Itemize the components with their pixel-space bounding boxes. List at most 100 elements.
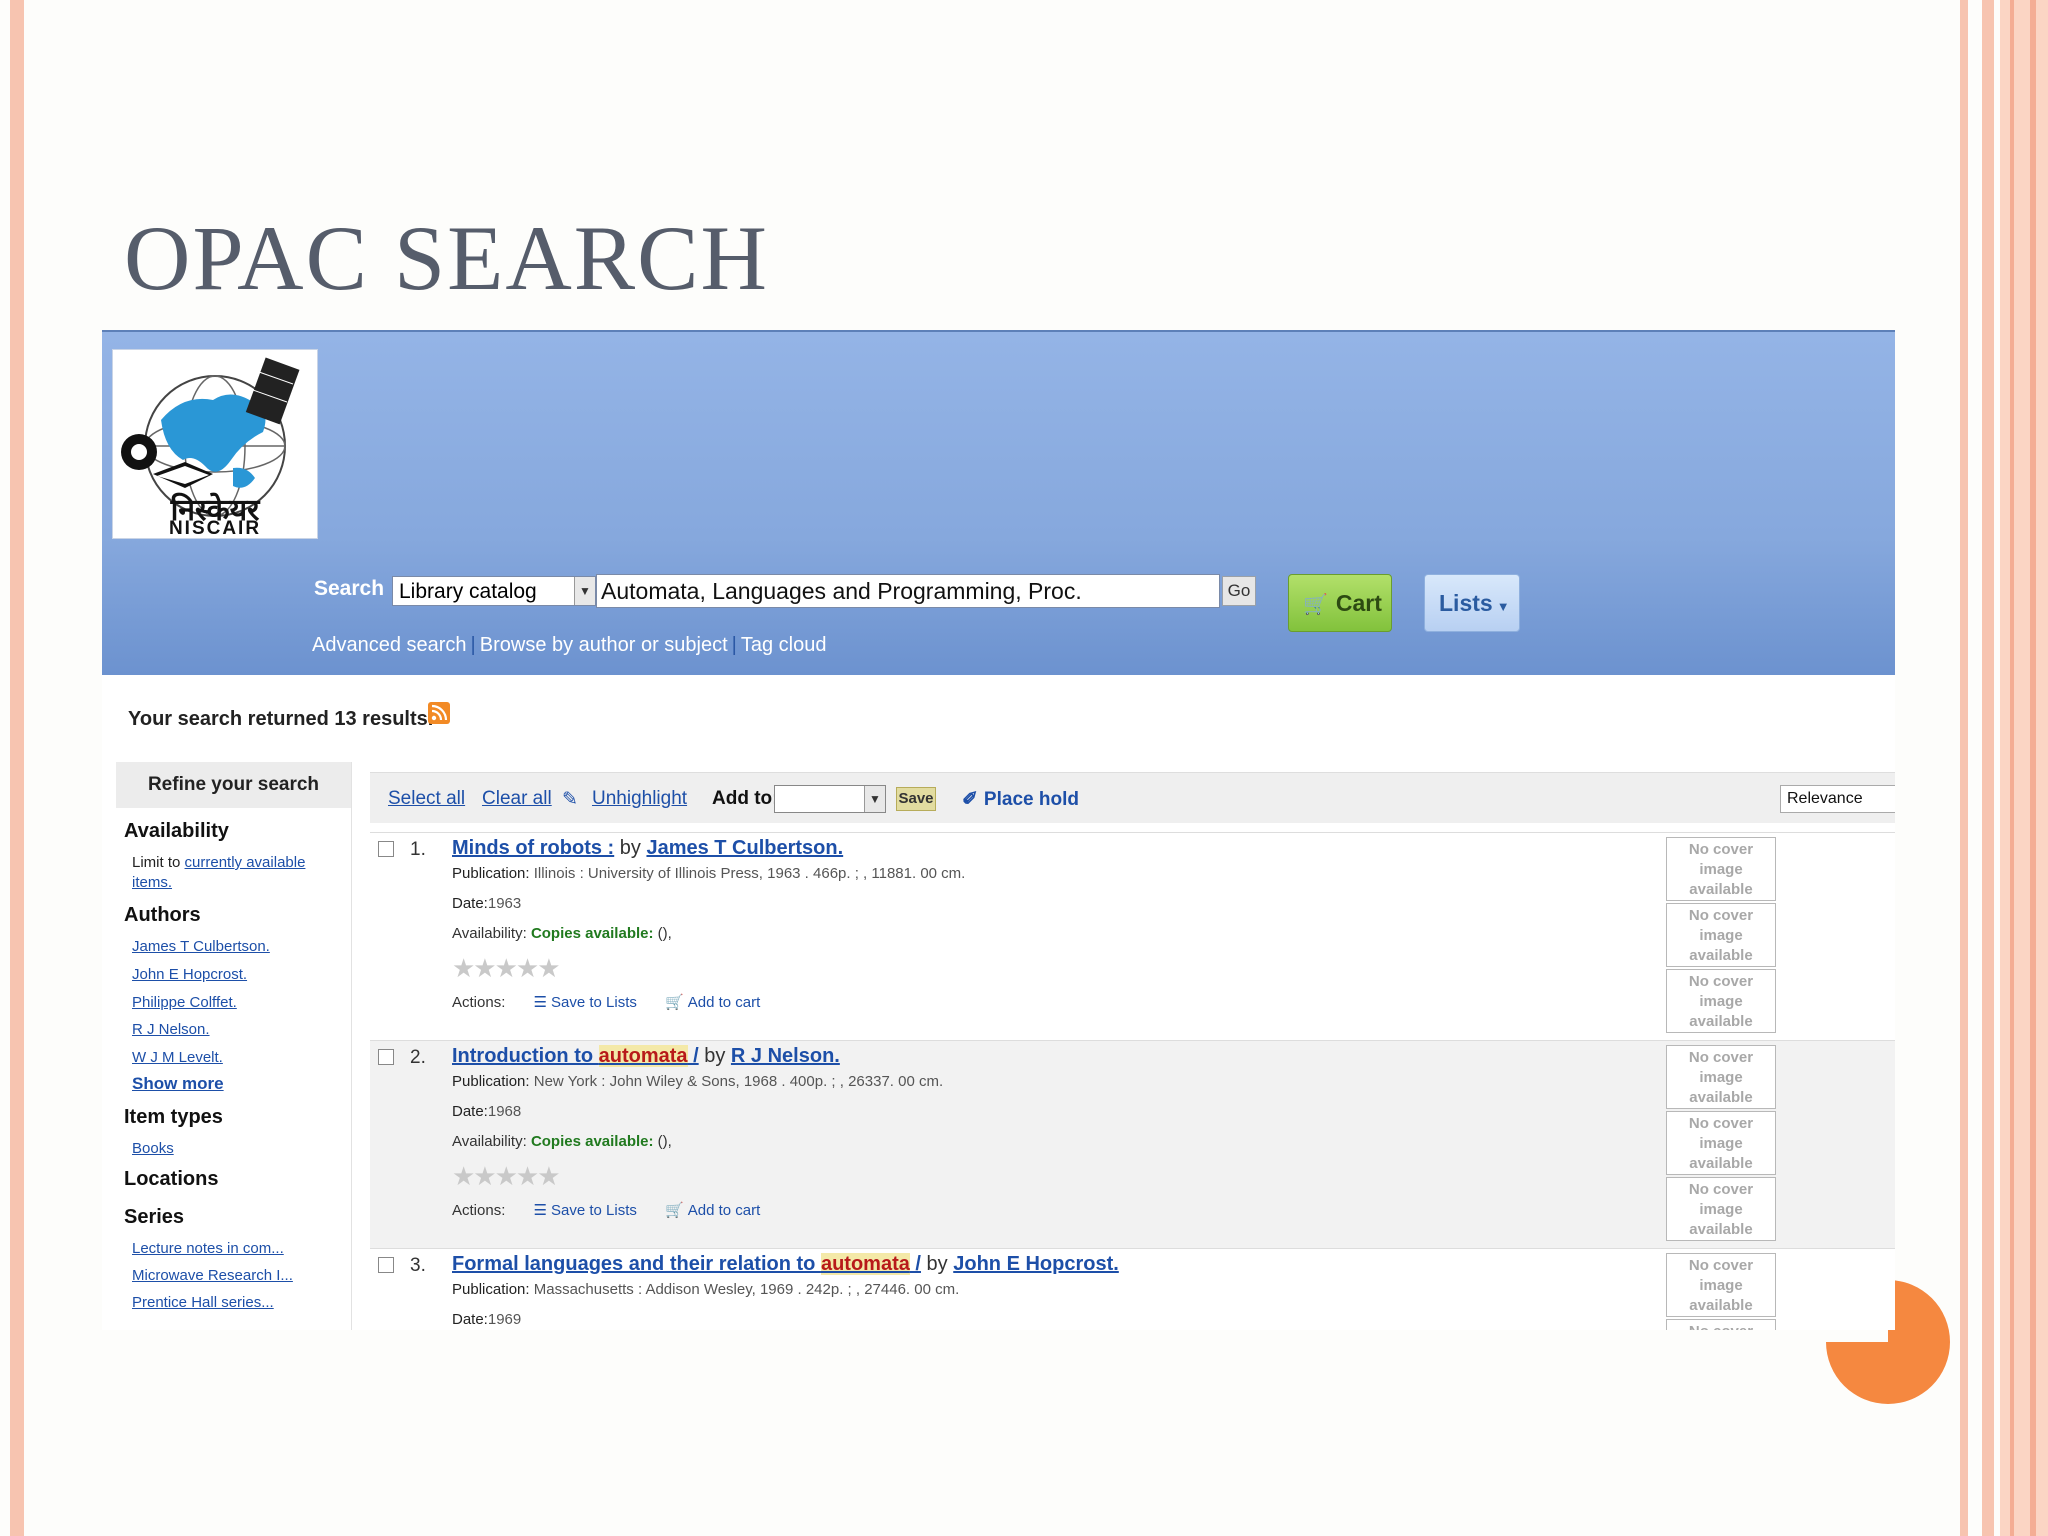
availability: Availability: Copies available: (), xyxy=(452,1133,672,1150)
result-title-line: Formal languages and their relation to a… xyxy=(452,1253,1119,1276)
publication-value: Illinois : University of Illinois Press,… xyxy=(533,865,966,882)
results-count: Your search returned 13 results. xyxy=(128,708,434,730)
result-checkbox[interactable] xyxy=(378,1049,394,1065)
no-cover-text: available xyxy=(1689,1297,1753,1314)
authors-heading: Authors xyxy=(124,904,201,926)
add-to-label: Add to: xyxy=(712,788,779,809)
result-title-link[interactable]: Introduction to automata / xyxy=(452,1045,699,1067)
no-cover-image: No cover image available xyxy=(1666,903,1776,967)
no-cover-image: No cover image available xyxy=(1666,1045,1776,1109)
sort-select[interactable]: Relevance xyxy=(1780,785,1895,813)
currently-available-link[interactable]: currently available xyxy=(185,854,306,871)
no-cover-text: No cover xyxy=(1688,841,1754,858)
no-cover-text: available xyxy=(1689,947,1753,964)
actions: Actions: ☰ Save to Lists 🛒 Add to cart xyxy=(452,993,760,1011)
lists-button[interactable]: Lists ▼ xyxy=(1424,574,1520,632)
unhighlight-link[interactable]: Unhighlight xyxy=(592,788,687,810)
chevron-down-icon[interactable]: ▼ xyxy=(574,577,595,605)
rss-icon[interactable] xyxy=(428,702,450,724)
result-number: 1. xyxy=(410,839,426,860)
place-hold-button[interactable]: ✐ Place hold xyxy=(962,788,1079,811)
actions: Actions: ☰ Save to Lists 🛒 Add to cart xyxy=(452,1201,760,1219)
facet-series[interactable]: Microwave Research I... xyxy=(132,1267,293,1284)
add-to-cart-link[interactable]: 🛒 Add to cart xyxy=(665,994,760,1011)
actions-label: Actions: xyxy=(452,1202,506,1219)
facet-author[interactable]: Philippe Colffet. xyxy=(132,994,237,1011)
title-text: / xyxy=(909,1253,921,1275)
facet-series[interactable]: Prentice Hall series... xyxy=(132,1294,274,1311)
cart-label: Cart xyxy=(1335,590,1382,616)
date-label: Date: xyxy=(452,895,488,912)
result-checkbox[interactable] xyxy=(378,841,394,857)
actions-label: Actions: xyxy=(452,994,506,1011)
availability: Availability: Copies available: (), xyxy=(452,925,672,942)
divider: | xyxy=(470,634,476,656)
publication-label: Publication: xyxy=(452,1073,530,1090)
result-author-link[interactable]: John E Hopcrost. xyxy=(953,1253,1119,1275)
save-to-lists-label: Save to Lists xyxy=(550,994,637,1011)
date: Date:1969 xyxy=(452,1311,521,1328)
slide-stripe xyxy=(1982,0,1994,1536)
facet-author[interactable]: James T Culbertson. xyxy=(132,938,270,955)
result-author-link[interactable]: R J Nelson. xyxy=(731,1045,840,1067)
facet-author[interactable]: R J Nelson. xyxy=(132,1021,210,1038)
availability-label: Availability: xyxy=(452,1133,527,1150)
save-to-lists-link[interactable]: ☰ Save to Lists xyxy=(534,994,637,1011)
no-cover-text: No cover xyxy=(1688,973,1754,990)
cart-button[interactable]: 🛒 Cart xyxy=(1288,574,1392,632)
results-toolbar: Select all Clear all ✎ Unhighlight Add t… xyxy=(370,772,1895,823)
locations-heading: Locations xyxy=(124,1168,219,1190)
clear-all-link[interactable]: Clear all xyxy=(482,788,552,810)
rating-stars[interactable]: ★★★★★ xyxy=(452,953,561,984)
add-to-cart-link[interactable]: 🛒 Add to cart xyxy=(665,1202,760,1219)
chevron-down-icon[interactable]: ▼ xyxy=(864,786,885,812)
tag-cloud-link[interactable]: Tag cloud xyxy=(741,634,827,656)
search-input[interactable]: Automata, Languages and Programming, Pro… xyxy=(596,574,1220,608)
rating-stars[interactable]: ★★★★★ xyxy=(452,1161,561,1192)
result-checkbox[interactable] xyxy=(378,1257,394,1273)
facet-series[interactable]: Lecture notes in com... xyxy=(132,1240,284,1257)
advanced-search-link[interactable]: Advanced search xyxy=(312,634,467,656)
result-number: 2. xyxy=(410,1047,426,1068)
available-items-link[interactable]: items. xyxy=(132,874,172,891)
cart-icon: 🛒 xyxy=(665,994,684,1011)
no-cover-text: available xyxy=(1689,881,1753,898)
save-to-lists-link[interactable]: ☰ Save to Lists xyxy=(534,1202,637,1219)
result-author-link[interactable]: James T Culbertson. xyxy=(646,837,843,859)
add-to-select[interactable]: ▼ xyxy=(774,785,886,813)
no-cover-text: No cover xyxy=(1667,1322,1775,1330)
slide-border-right xyxy=(2000,0,2048,1536)
go-button[interactable]: Go xyxy=(1222,576,1256,606)
lists-label: Lists xyxy=(1439,590,1493,616)
publication-label: Publication: xyxy=(452,865,530,882)
no-cover-text: No cover xyxy=(1688,1257,1754,1274)
no-cover-text: image xyxy=(1699,1135,1743,1152)
facet-author[interactable]: John E Hopcrost. xyxy=(132,966,247,983)
catalog-select[interactable]: Library catalog ▼ xyxy=(392,576,596,606)
browse-link[interactable]: Browse by author or subject xyxy=(480,634,728,656)
result-row: 3. Formal languages and their relation t… xyxy=(370,1248,1895,1330)
facet-item-type[interactable]: Books xyxy=(132,1140,174,1157)
select-all-link[interactable]: Select all xyxy=(388,788,465,810)
opac-screenshot: निस्केयर NISCAIR Search Library catalog … xyxy=(102,330,1895,1330)
add-to-cart-label: Add to cart xyxy=(687,994,761,1011)
publication-value: New York : John Wiley & Sons, 1968 . 400… xyxy=(533,1073,944,1090)
result-title-link[interactable]: Minds of robots : xyxy=(452,837,614,859)
facet-author[interactable]: W J M Levelt. xyxy=(132,1049,223,1066)
publication: Publication: New York : John Wiley & Son… xyxy=(452,1073,943,1090)
no-cover-image: No cover image available xyxy=(1666,1177,1776,1241)
show-more-link[interactable]: Show more xyxy=(132,1074,224,1094)
save-button[interactable]: Save xyxy=(896,787,936,811)
result-title-line: Minds of robots : by James T Culbertson. xyxy=(452,837,843,860)
title-text: Minds of robots : xyxy=(452,837,615,859)
result-title-link[interactable]: Formal languages and their relation to a… xyxy=(452,1253,921,1275)
sub-navigation: Advanced search | Browse by author or subj… xyxy=(312,634,826,657)
no-cover-text: image xyxy=(1699,1201,1743,1218)
copies-available: Copies available: xyxy=(530,925,654,942)
no-cover-text: No cover xyxy=(1688,1049,1754,1066)
date-value: 1963 xyxy=(487,895,522,912)
date: Date:1968 xyxy=(452,1103,521,1120)
result-row: 2. Introduction to automata / by R J Nel… xyxy=(370,1040,1895,1249)
result-title-line: Introduction to automata / by R J Nelson… xyxy=(452,1045,840,1068)
title-text: Introduction to xyxy=(452,1045,599,1067)
